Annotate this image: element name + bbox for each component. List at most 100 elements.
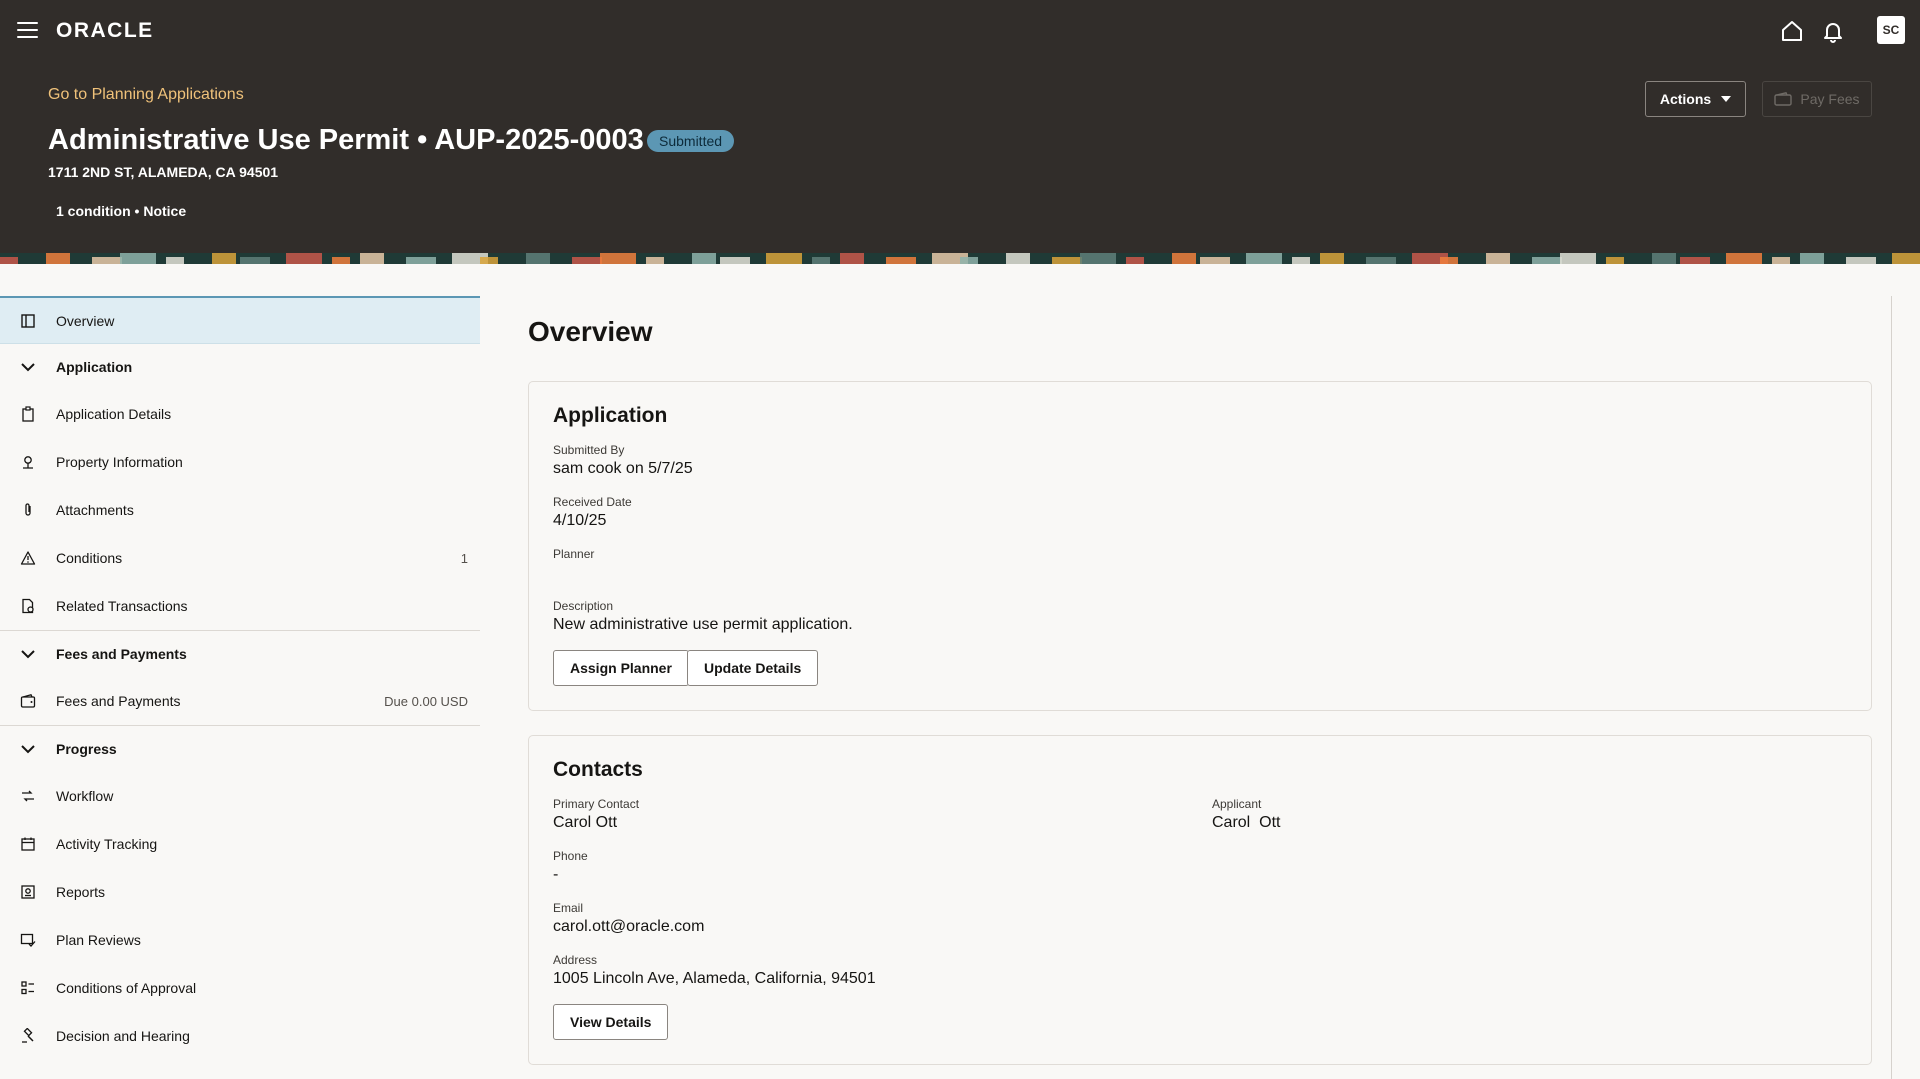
sidebar-item-reports[interactable]: Reports <box>0 868 480 916</box>
banner-pattern-shape <box>840 253 864 264</box>
bell-icon[interactable] <box>1820 18 1846 44</box>
banner-pattern-shape <box>1320 253 1344 264</box>
banner-pattern-shape <box>766 253 802 264</box>
overview-panel-icon <box>21 313 35 328</box>
wallet-icon <box>20 694 36 708</box>
banner-pattern-shape <box>1560 253 1596 264</box>
hamburger-menu-icon[interactable] <box>17 22 38 38</box>
gavel-icon <box>22 1028 34 1043</box>
banner-pattern-shape <box>1606 257 1624 264</box>
sidebar-item-decision-and-hearing[interactable]: Decision and Hearing <box>0 1012 480 1060</box>
warning-icon <box>20 551 36 565</box>
applicant-label: Applicant <box>1212 797 1262 811</box>
banner-pattern-shape <box>1200 257 1230 264</box>
conditions-summary: 1 condition • Notice <box>56 203 187 219</box>
banner-pattern-shape <box>572 257 602 264</box>
property-icon <box>23 456 33 469</box>
sidebar-item-activity-tracking[interactable]: Activity Tracking <box>0 820 480 868</box>
banner-pattern-shape <box>526 253 550 264</box>
actions-button[interactable]: Actions <box>1645 81 1746 117</box>
sidebar-item-conditions-of-approval[interactable]: Conditions of Approval <box>0 964 480 1012</box>
banner-pattern-shape <box>1006 253 1030 264</box>
page-title: Administrative Use Permit • AUP-2025-000… <box>48 124 644 156</box>
pay-fees-button[interactable]: Pay Fees <box>1762 81 1872 117</box>
banner-pattern-shape <box>812 257 830 264</box>
sidebar-navigation: Overview Application Application Details… <box>0 296 480 1060</box>
banner-pattern-shape <box>1440 257 1458 264</box>
assign-planner-button[interactable]: Assign Planner <box>553 650 689 686</box>
sidebar-item-fees-and-payments[interactable]: Fees and Payments Due 0.00 USD <box>0 677 480 725</box>
go-to-planning-applications-link[interactable]: Go to Planning Applications <box>48 86 244 104</box>
chevron-down-icon <box>21 363 35 372</box>
oracle-logo: ORACLE <box>56 19 154 42</box>
status-badge: Submitted <box>647 130 735 152</box>
conditions-count: 1 <box>460 550 468 566</box>
sidebar-item-label: Related Transactions <box>56 598 188 614</box>
section-label: Fees and Payments <box>56 646 187 662</box>
sidebar-item-workflow[interactable]: Workflow <box>0 772 480 820</box>
wallet-icon <box>1774 92 1793 106</box>
banner-pattern-shape <box>1126 257 1144 264</box>
address-label: Address <box>553 953 598 967</box>
banner-pattern-shape <box>1892 253 1920 264</box>
sidebar-item-attachments[interactable]: Attachments <box>0 486 480 534</box>
clipboard-icon <box>22 406 34 422</box>
sidebar-item-label: Activity Tracking <box>56 836 158 852</box>
sidebar-section-application[interactable]: Application <box>0 344 480 390</box>
sidebar-item-related-transactions[interactable]: Related Transactions <box>0 582 480 630</box>
sidebar-section-progress[interactable]: Progress <box>0 726 480 772</box>
sidebar-item-label: Workflow <box>56 788 114 804</box>
sidebar-section-fees-and-payments[interactable]: Fees and Payments <box>0 631 480 677</box>
sidebar-item-label: Plan Reviews <box>56 932 141 948</box>
checklist-icon <box>21 981 34 995</box>
sidebar-item-plan-reviews[interactable]: Plan Reviews <box>0 916 480 964</box>
banner-pattern-shape <box>646 257 664 264</box>
chevron-down-icon <box>21 650 35 659</box>
application-card: Application Submitted By sam cook on 5/7… <box>528 381 1872 711</box>
overview-heading: Overview <box>528 316 653 347</box>
view-details-button[interactable]: View Details <box>553 1004 669 1040</box>
banner-pattern-shape <box>960 257 978 264</box>
banner-pattern-shape <box>1366 257 1396 264</box>
banner-pattern-shape <box>1800 253 1824 264</box>
primary-contact-label: Primary Contact <box>553 797 640 811</box>
sidebar-item-property-information[interactable]: Property Information <box>0 438 480 486</box>
sidebar-item-overview[interactable]: Overview <box>0 296 480 344</box>
user-avatar[interactable]: SC <box>1877 16 1905 44</box>
banner-pattern-shape <box>692 253 716 264</box>
banner-pattern-shape <box>406 257 436 264</box>
plan-review-icon <box>20 933 36 947</box>
home-icon[interactable] <box>1779 18 1805 44</box>
phone-value: - <box>553 866 559 883</box>
document-link-icon <box>22 598 34 614</box>
submitted-by-label: Submitted By <box>553 443 625 457</box>
decorative-banner <box>0 253 1920 264</box>
sidebar-item-label: Conditions of Approval <box>56 980 197 996</box>
banner-pattern-shape <box>1052 257 1082 264</box>
email-value[interactable]: carol.ott@oracle.com <box>553 918 704 936</box>
banner-pattern-shape <box>360 253 384 264</box>
pay-fees-label: Pay Fees <box>1800 91 1860 107</box>
planner-label: Planner <box>553 547 595 561</box>
sidebar-item-label: Reports <box>56 884 106 900</box>
received-date-label: Received Date <box>553 495 632 509</box>
sidebar-item-application-details[interactable]: Application Details <box>0 390 480 438</box>
sidebar-item-conditions[interactable]: Conditions 1 <box>0 534 480 582</box>
banner-pattern-shape <box>332 257 350 264</box>
banner-pattern-shape <box>1486 253 1510 264</box>
banner-pattern-shape <box>1652 253 1676 264</box>
banner-pattern-shape <box>1726 253 1762 264</box>
description-value: New administrative use permit applicatio… <box>553 616 853 633</box>
sidebar-item-label: Decision and Hearing <box>56 1028 190 1044</box>
sidebar-item-label: Application Details <box>56 406 172 422</box>
calendar-icon <box>21 837 35 851</box>
banner-pattern-shape <box>1246 253 1282 264</box>
caret-down-icon <box>1721 96 1732 102</box>
sidebar-item-label: Attachments <box>56 502 134 518</box>
application-card-title: Application <box>553 404 668 427</box>
update-details-button[interactable]: Update Details <box>687 650 819 686</box>
actions-button-label: Actions <box>1659 91 1712 107</box>
property-address: 1711 2ND ST, ALAMEDA, CA 94501 <box>48 164 279 180</box>
banner-pattern-shape <box>166 257 184 264</box>
banner-pattern-shape <box>92 257 122 264</box>
